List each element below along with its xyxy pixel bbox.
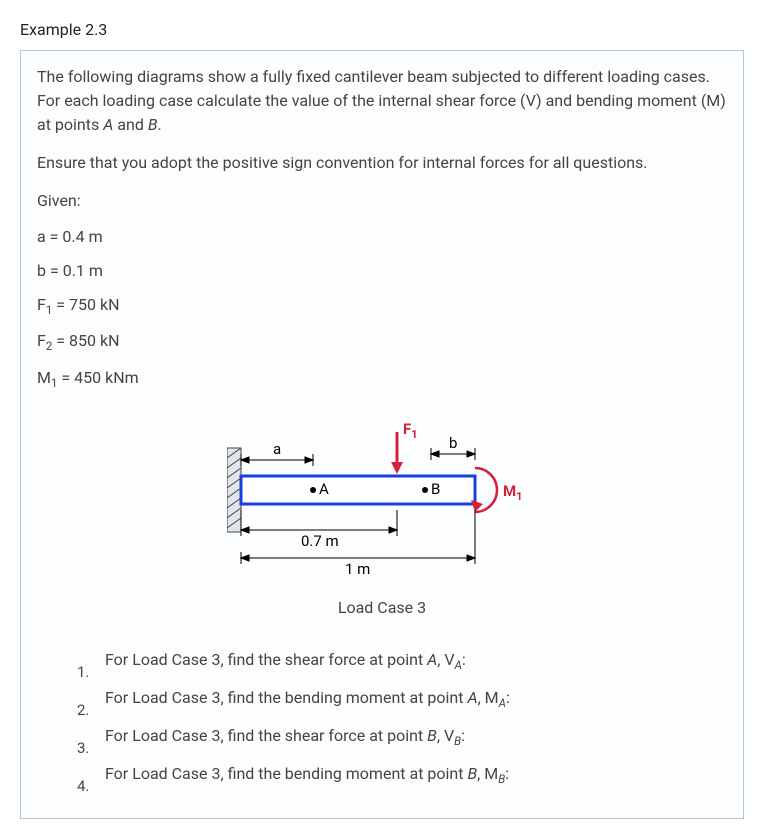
- f1-symbol: F: [37, 295, 46, 314]
- question-number: 1.: [77, 661, 105, 684]
- q-post: :: [506, 688, 510, 707]
- m1-value: = 450 kNm: [57, 368, 138, 387]
- question-text: For Load Case 3, find the bending moment…: [105, 762, 727, 788]
- question-item: 3. For Load Case 3, find the shear force…: [77, 724, 727, 754]
- given-f2: F2 = 850 kN: [37, 329, 727, 355]
- q-point: B: [427, 726, 437, 745]
- question-text: For Load Case 3, find the shear force at…: [105, 724, 727, 750]
- q-mid: , M: [477, 764, 498, 783]
- question-number: 3.: [77, 737, 105, 760]
- q-point: A: [467, 688, 477, 707]
- point-a-dot-icon: [310, 487, 316, 493]
- dim-a-label: a: [273, 440, 281, 458]
- question-item: 1. For Load Case 3, find the shear force…: [77, 648, 727, 678]
- diagram-caption: Load Case 3: [37, 596, 727, 620]
- point-a-ref: A: [103, 115, 113, 134]
- q-pre: For Load Case 3, find the shear force at…: [105, 726, 427, 745]
- f2-symbol: F: [37, 331, 46, 350]
- example-title: Example 2.3: [20, 18, 744, 42]
- intro-text-end: .: [158, 115, 162, 134]
- force-f1-arrow-icon: [391, 432, 403, 474]
- point-b-dot-icon: [422, 487, 428, 493]
- f1-value: = 750 kN: [52, 295, 119, 314]
- given-f1: F1 = 750 kN: [37, 293, 727, 319]
- q-post: :: [462, 650, 466, 669]
- f2-value: = 850 kN: [52, 331, 119, 350]
- q-mid: , V: [437, 726, 454, 745]
- point-a-label: A: [319, 480, 329, 498]
- dim-1-icon: [241, 510, 475, 564]
- given-b: b = 0.1 m: [37, 259, 727, 283]
- q-pre: For Load Case 3, find the bending moment…: [105, 688, 467, 707]
- given-label: Given:: [37, 189, 727, 213]
- problem-box: The following diagrams show a fully fixe…: [20, 50, 744, 819]
- question-number: 4.: [77, 775, 105, 798]
- question-text: For Load Case 3, find the bending moment…: [105, 686, 727, 712]
- point-b-ref: B: [148, 115, 158, 134]
- moment-m1-label: M1: [503, 482, 522, 503]
- q-point: A: [427, 650, 437, 669]
- intro-paragraph-2: Ensure that you adopt the positive sign …: [37, 151, 727, 175]
- force-f1-label: F1: [403, 420, 418, 441]
- given-m1: M1 = 450 kNm: [37, 366, 727, 392]
- q-pre: For Load Case 3, find the bending moment…: [105, 764, 467, 783]
- dim-b-label: b: [449, 434, 457, 452]
- intro-paragraph-1: The following diagrams show a fully fixe…: [37, 65, 727, 137]
- q-post: :: [461, 726, 465, 745]
- point-b-label: B: [431, 480, 440, 498]
- question-item: 4. For Load Case 3, find the bending mom…: [77, 762, 727, 792]
- questions-list: 1. For Load Case 3, find the shear force…: [37, 648, 727, 792]
- q-point: B: [467, 764, 477, 783]
- dim-1-label: 1 m: [345, 560, 370, 578]
- q-sub: A: [455, 659, 462, 673]
- m1-symbol: M: [37, 368, 51, 387]
- given-a: a = 0.4 m: [37, 225, 727, 249]
- intro-text-and: and: [113, 115, 148, 134]
- question-item: 2. For Load Case 3, find the bending mom…: [77, 686, 727, 716]
- question-text: For Load Case 3, find the shear force at…: [105, 648, 727, 674]
- beam-diagram: A B a b: [37, 418, 727, 588]
- question-number: 2.: [77, 699, 105, 722]
- q-post: :: [505, 764, 509, 783]
- beam-svg: A B a b: [227, 418, 537, 588]
- q-mid: , V: [437, 650, 454, 669]
- q-pre: For Load Case 3, find the shear force at…: [105, 650, 427, 669]
- dim-07-label: 0.7 m: [301, 532, 339, 550]
- q-sub: A: [499, 697, 506, 711]
- q-mid: , M: [478, 688, 499, 707]
